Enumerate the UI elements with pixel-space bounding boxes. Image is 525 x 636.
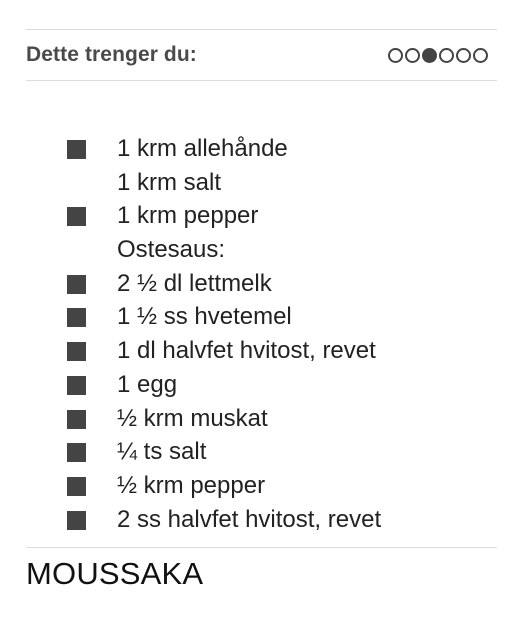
ingredient-item: ¼ ts salt — [0, 435, 381, 469]
square-bullet-icon — [67, 476, 86, 496]
ingredient-text: 1 krm pepper — [117, 202, 259, 230]
page-indicator — [388, 47, 488, 63]
ingredient-item: 1 krm pepper — [0, 199, 381, 233]
square-bullet-icon — [67, 342, 86, 362]
page-dot-4[interactable] — [439, 47, 454, 63]
square-bullet-icon — [67, 510, 86, 530]
header-divider — [26, 80, 497, 81]
page-dot-5[interactable] — [456, 47, 471, 63]
square-bullet-icon — [67, 274, 86, 294]
ingredient-item: 1 krm salt — [0, 166, 381, 200]
square-bullet-icon — [67, 375, 86, 395]
header-title: Dette trenger du: — [26, 43, 197, 66]
ingredient-text: 1 ½ ss hvetemel — [117, 303, 292, 331]
square-bullet-icon — [67, 140, 86, 159]
ingredient-item: 2 ½ dl lettmelk — [0, 267, 381, 301]
ingredient-item: Ostesaus: — [0, 233, 381, 267]
square-bullet-icon — [67, 443, 86, 463]
ingredient-list: 1 krm allehånde 1 krm salt 1 krm pepper Ost… — [0, 132, 381, 536]
ingredient-item: 1 krm allehånde — [0, 132, 381, 166]
ingredient-item: 1 egg — [0, 368, 381, 402]
ingredient-text: ½ krm pepper — [117, 471, 266, 499]
recipe-title: MOUSSAKA — [26, 556, 204, 591]
page-dot-1[interactable] — [388, 47, 403, 63]
page-dot-2[interactable] — [405, 47, 420, 63]
square-bullet-icon — [67, 308, 86, 328]
ingredient-text: 2 ss halvfet hvitost, revet — [117, 505, 382, 533]
ingredient-item: 2 ss halvfet hvitost, revet — [0, 503, 381, 537]
bottom-divider — [26, 547, 497, 548]
square-bullet-icon — [67, 409, 86, 429]
ingredient-item: 1 dl halvfet hvitost, revet — [0, 334, 381, 368]
page-dot-3[interactable] — [422, 47, 437, 63]
ingredient-item: ½ krm muskat — [0, 402, 381, 436]
page-dot-6[interactable] — [473, 47, 488, 63]
ingredient-text: 1 dl halvfet hvitost, revet — [117, 337, 376, 365]
ingredient-text: 2 ½ dl lettmelk — [117, 269, 272, 297]
ingredient-text: Ostesaus: — [117, 236, 226, 264]
ingredient-item: 1 ½ ss hvetemel — [0, 300, 381, 334]
ingredients-header: Dette trenger du: — [26, 30, 497, 80]
ingredient-text: ¼ ts salt — [117, 438, 207, 466]
square-bullet-icon — [67, 207, 86, 227]
ingredient-item: ½ krm pepper — [0, 469, 381, 503]
ingredient-text: 1 krm allehånde — [117, 135, 288, 162]
ingredient-text: 1 krm salt — [117, 168, 222, 196]
ingredient-text: ½ krm muskat — [117, 404, 268, 432]
ingredient-text: 1 egg — [117, 370, 178, 398]
